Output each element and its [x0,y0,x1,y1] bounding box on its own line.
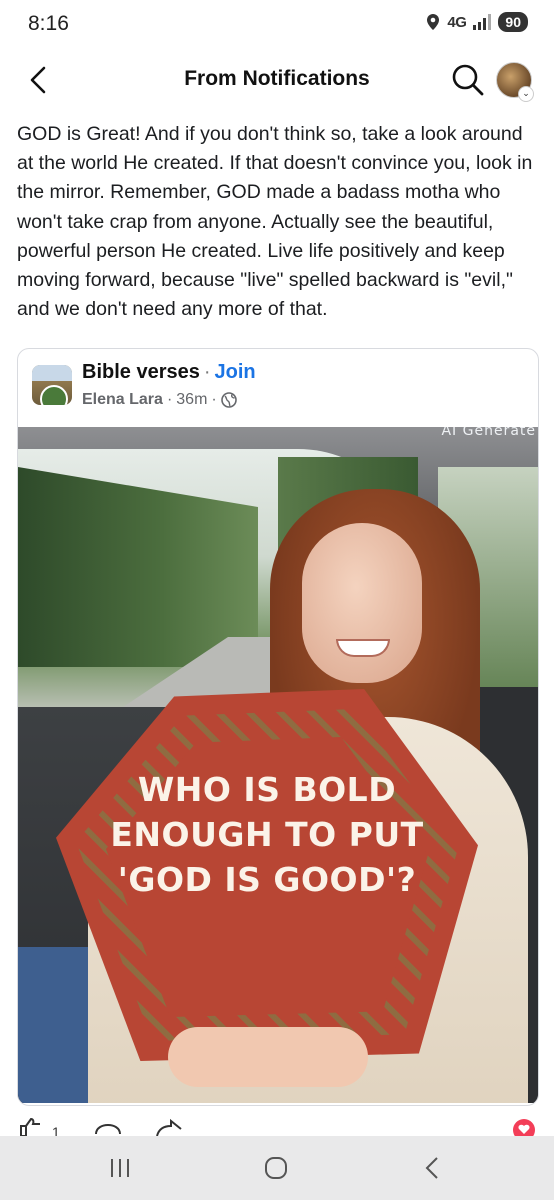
join-button[interactable]: Join [215,361,256,383]
recent-apps-icon [111,1159,129,1177]
signal-icon [473,14,492,30]
post-time: 36m [176,391,208,408]
love-icon [513,1119,535,1136]
network-type: 4G [447,13,467,31]
search-icon [452,64,484,96]
post-photo[interactable]: WHO IS BOLD ENOUGH TO PUT 'GOD IS GOOD'?… [18,427,538,1103]
separator: · [203,361,211,383]
pillow-text: WHO IS BOLD ENOUGH TO PUT 'GOD IS GOOD'? [110,770,424,899]
post-body-text: GOD is Great! And if you don't think so,… [17,123,533,321]
group-avatar[interactable] [32,365,72,405]
home-icon [265,1157,287,1179]
person-face [302,523,422,683]
comment-icon[interactable] [94,1118,122,1136]
separator: · [211,391,217,408]
ai-generated-label: AI Generate [441,427,536,439]
battery-level: 90 [498,12,528,32]
status-indicators: 4G 90 [425,12,528,32]
share-icon[interactable] [155,1118,183,1136]
group-header: Bible verses · Join [82,361,256,384]
group-name[interactable]: Bible verses [82,361,200,383]
reaction-bar: 1 [0,1118,554,1140]
location-icon [427,14,440,30]
top-bar: From Notifications ⌄ [0,52,554,108]
shared-post-card[interactable]: Bible verses · Join Elena Lara · 36m · WHO… [17,348,539,1106]
search-button[interactable] [450,62,486,98]
system-back-icon [425,1157,438,1179]
globe-icon [220,392,237,408]
status-bar: 8:16 4G 90 [0,0,554,52]
system-nav-bar [0,1136,554,1200]
author-name[interactable]: Elena Lara [82,391,163,409]
chevron-down-icon[interactable]: ⌄ [518,86,534,102]
recent-apps-button[interactable] [90,1152,150,1184]
home-button[interactable] [246,1152,306,1184]
post-meta: Elena Lara · 36m · [82,391,237,409]
separator: · [166,391,173,408]
like-icon[interactable] [18,1118,46,1136]
system-back-button[interactable] [402,1152,462,1184]
status-time: 8:16 [28,12,69,35]
